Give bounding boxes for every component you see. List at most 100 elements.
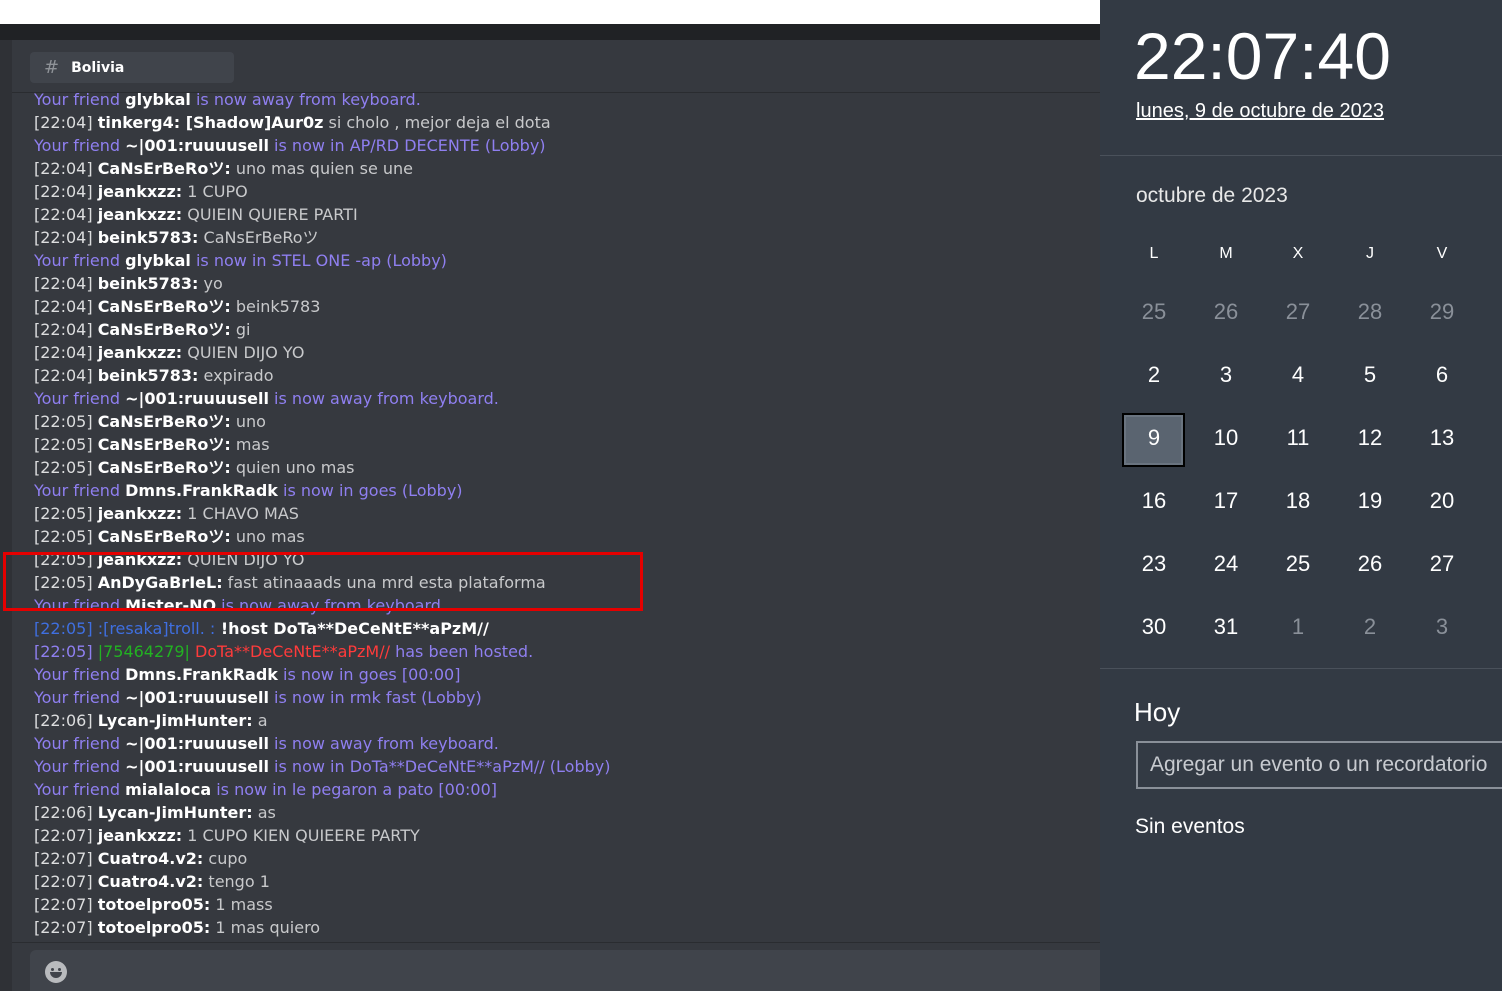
message-author: Lycan-JimHunter: [97, 803, 253, 822]
message-author: Lycan-JimHunter: [97, 711, 253, 730]
friend-prefix: Your friend [34, 665, 126, 684]
calendar-day[interactable]: 25 [1262, 551, 1334, 577]
friend-status: is now in AP/RD DECENTE (Lobby) [268, 136, 546, 155]
message-text: mas [230, 435, 270, 454]
calendar-day[interactable]: 2 [1118, 362, 1190, 388]
calendar-day[interactable]: 6 [1406, 362, 1478, 388]
weekday-header: M [1219, 245, 1233, 262]
friend-status: is now in rmk fast (Lobby) [268, 688, 482, 707]
message-input[interactable] [30, 950, 1100, 991]
channel-hash-icon: # [44, 57, 60, 78]
message-list[interactable]: Your friend glybkal is now away from key… [34, 88, 1094, 939]
friend-name: ~|001:ruuuusell [125, 734, 269, 753]
chat-message: [22:05] |75464279| DoTa**DeCeNtE**aPzM//… [34, 640, 1094, 663]
calendar-day[interactable]: 16 [1118, 488, 1190, 514]
message-mention: [Shadow]Aur0z [180, 113, 324, 132]
message-text: QUIEIN QUIERE PARTI [182, 205, 358, 224]
calendar-day[interactable]: 3 [1190, 362, 1262, 388]
message-author: totoelpro05: [97, 918, 211, 937]
calendar-day[interactable]: 24 [1190, 551, 1262, 577]
message-author: CaNsErBeRoツ: [97, 435, 231, 454]
message-author: jeankxzz: [97, 504, 183, 523]
message-timestamp: [22:04] [34, 297, 98, 316]
message-author: beink5783: [97, 274, 199, 293]
message-author: jeankxzz: [97, 182, 183, 201]
message-text: cupo [203, 849, 248, 868]
calendar-day[interactable]: 5 [1334, 362, 1406, 388]
calendar-day[interactable]: 12 [1334, 425, 1406, 451]
message-text: uno [230, 412, 266, 431]
message-timestamp: [22:05] [34, 458, 98, 477]
calendar-day[interactable]: 9 [1118, 425, 1190, 451]
chat-message: [22:04] tinkerg4: [Shadow]Aur0z si cholo… [34, 111, 1094, 134]
calendar-day[interactable]: 25 [1118, 299, 1190, 325]
calendar-day[interactable]: 11 [1262, 425, 1334, 451]
message-author: CaNsErBeRoツ: [97, 458, 231, 477]
friend-prefix: Your friend [34, 136, 126, 155]
calendar-day[interactable]: 31 [1190, 614, 1262, 640]
message-text: si cholo , mejor deja el dota [323, 113, 551, 132]
emoji-icon[interactable] [45, 961, 67, 983]
chat-message: [22:06] Lycan-JimHunter: as [34, 801, 1094, 824]
friend-status: is now in le pegaron a pato [00:00] [211, 780, 498, 799]
clock-date-link[interactable]: lunes, 9 de octubre de 2023 [1136, 100, 1384, 123]
message-author: Cuatro4.v2: [97, 849, 204, 868]
message-text: 1 mass [210, 895, 273, 914]
message-timestamp: [22:07] [34, 872, 98, 891]
friend-status: is now in goes (Lobby) [277, 481, 463, 500]
calendar-day[interactable]: 18 [1262, 488, 1334, 514]
channel-tab[interactable]: # Bolivia [30, 52, 234, 83]
calendar-day[interactable]: 3 [1406, 614, 1478, 640]
calendar-day[interactable]: 10 [1190, 425, 1262, 451]
friend-status: is now away from keyboard. [190, 90, 421, 109]
message-text: beink5783 [230, 297, 321, 316]
clock-calendar-flyout: 22:07:40 lunes, 9 de octubre de 2023 oct… [1100, 0, 1502, 991]
message-timestamp: [22:07] [34, 849, 98, 868]
friend-prefix: Your friend [34, 251, 126, 270]
calendar-day[interactable]: 1 [1262, 614, 1334, 640]
calendar-day[interactable]: 27 [1262, 299, 1334, 325]
friend-name: ~|001:ruuuusell [125, 757, 269, 776]
friend-name: Dmns.FrankRadk [125, 481, 278, 500]
message-text: a [252, 711, 268, 730]
calendar-day[interactable]: 17 [1190, 488, 1262, 514]
calendar-day[interactable]: 26 [1334, 551, 1406, 577]
chat-left-edge [0, 40, 12, 991]
calendar-day[interactable]: 4 [1262, 362, 1334, 388]
message-author: CaNsErBeRoツ: [97, 412, 231, 431]
calendar-day[interactable]: 2 [1334, 614, 1406, 640]
message-timestamp: [22:07] [34, 895, 98, 914]
calendar-day[interactable]: 19 [1334, 488, 1406, 514]
message-author: CaNsErBeRoツ: [97, 297, 231, 316]
calendar-month-label[interactable]: octubre de 2023 [1136, 184, 1288, 208]
calendar-day[interactable]: 28 [1334, 299, 1406, 325]
chat-message: Your friend glybkal is now away from key… [34, 88, 1094, 111]
calendar-day[interactable]: 30 [1118, 614, 1190, 640]
calendar-day[interactable]: 13 [1406, 425, 1478, 451]
chat-message: [22:07] totoelpro05: 1 mas quiero [34, 916, 1094, 939]
message-timestamp: [22:04] [34, 159, 98, 178]
friend-status: is now in STEL ONE -ap (Lobby) [190, 251, 447, 270]
chat-message: [22:04] jeankxzz: QUIEN DIJO YO [34, 341, 1094, 364]
message-text: uno mas quien se une [230, 159, 413, 178]
add-event-input[interactable] [1136, 741, 1502, 789]
calendar-day[interactable]: 29 [1406, 299, 1478, 325]
message-timestamp: [22:06] [34, 803, 98, 822]
calendar-day[interactable]: 23 [1118, 551, 1190, 577]
calendar-day[interactable]: 20 [1406, 488, 1478, 514]
host-game: DoTa**DeCeNtE**aPzM// [189, 642, 390, 661]
friend-prefix: Your friend [34, 389, 126, 408]
friend-prefix: Your friend [34, 90, 126, 109]
message-author: beink5783: [97, 366, 199, 385]
message-text: 1 CUPO [182, 182, 248, 201]
message-text: gi [230, 320, 251, 339]
weekday-header: V [1436, 245, 1448, 262]
message-author: jeankxzz: [97, 826, 183, 845]
friend-name: ~|001:ruuuusell [125, 389, 269, 408]
chat-message: [22:04] CaNsErBeRoツ: gi [34, 318, 1094, 341]
message-timestamp: [22:04] [34, 274, 98, 293]
friend-prefix: Your friend [34, 734, 126, 753]
calendar-day[interactable]: 27 [1406, 551, 1478, 577]
calendar-day[interactable]: 26 [1190, 299, 1262, 325]
message-text: 1 CHAVO MAS [182, 504, 299, 523]
